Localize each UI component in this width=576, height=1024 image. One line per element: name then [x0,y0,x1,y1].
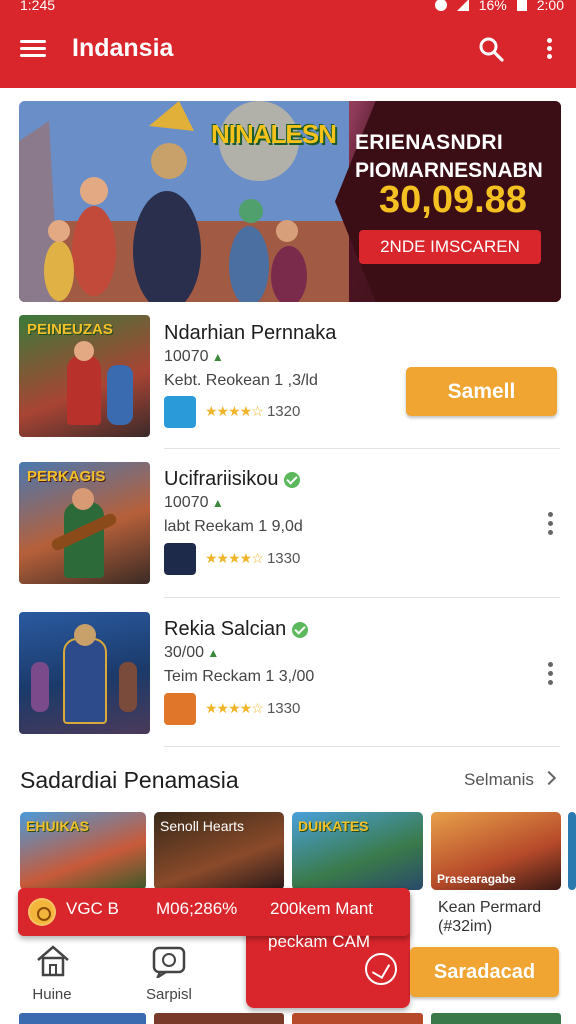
game-rating: ★★★★☆ 1330 [205,700,301,717]
star-rating-icon: ★★★★☆ [205,700,264,716]
coin-icon [28,898,56,926]
verified-icon [292,621,309,638]
trend-up-icon: ▲ [208,496,224,510]
toast-label-1: VGC B [66,899,119,918]
nav-home-label: Huine [32,986,72,1003]
battery-percent: 16% [478,0,507,13]
trend-up-icon: ▲ [208,350,224,364]
status-bar: 1:245 16% 2:00 [0,0,576,18]
game-title: Rekia Salcian [164,618,309,641]
sell-button[interactable]: Samell [406,367,557,416]
toast-label-4: peckam CAM [268,932,371,951]
game-meta: Teim Reckam 1 3,/00 [164,668,315,685]
thumb-label: PEINEUZAS [27,321,113,338]
game-list-item[interactable]: PERKAGIS Ucifrariisikou 10070 ▲ labt Ree… [19,462,560,584]
game-rating: ★★★★☆ 1330 [205,550,301,567]
hero-price: 30,09.88 [379,179,527,221]
nav-special[interactable]: Sarpisl [146,944,196,1014]
toast-label-2: M06;286% [156,899,238,918]
thumb-label: PERKAGIS [27,468,106,485]
status-time-right: 2:00 [536,0,564,13]
divider [164,448,560,449]
divider [164,746,560,747]
toast-label-3: 200kem Mant [270,899,373,918]
next-row-peek [431,1013,561,1024]
publisher-icon [164,693,196,725]
page-title: Indansia [72,34,174,62]
nav-home[interactable]: Huine [32,944,72,1014]
tile-label: Prasearagabe [437,872,516,886]
section-title: Sadardiai Penamasia [20,767,239,793]
star-rating-icon: ★★★★☆ [205,403,264,419]
search-icon[interactable] [478,36,504,62]
divider [164,597,560,598]
action-icon[interactable] [365,953,397,985]
hero-logo: NINALESN [211,119,337,149]
game-count: 10070 ▲ [164,494,224,511]
hero-headline-1: ERIENASNDRI [355,131,503,154]
nav-special-label: Sarpisl [146,986,192,1003]
publisher-icon [164,396,196,428]
next-row-peek [292,1013,423,1024]
verified-icon [284,471,301,488]
app-bar: 1:245 16% 2:00 Indansia [0,0,576,88]
see-all-link[interactable]: Selmanis [464,770,534,790]
hero-banner[interactable]: NINALESN ERIENASNDRI PIOMARNESNABN 30,09… [19,101,561,302]
tile-label: EHUIKAS [26,818,90,834]
star-rating-icon: ★★★★☆ [205,550,264,566]
menu-icon[interactable] [20,38,46,58]
game-thumbnail [19,612,150,734]
overflow-menu-icon[interactable] [544,38,554,60]
game-title: Ndarhian Pernnaka [164,322,337,344]
secondary-cta-button[interactable]: Saradacad [410,947,559,997]
more-options-icon[interactable] [545,512,555,536]
publisher-icon [164,543,196,575]
game-tile-peek [568,812,576,890]
next-row-peek [154,1013,284,1024]
trend-up-icon: ▲ [204,646,220,660]
game-tile[interactable]: Senoll Hearts [154,812,284,890]
game-meta: Kebt. Reokean 1 ,3/ld [164,372,318,389]
battery-icon [516,0,527,11]
game-thumbnail: PEINEUZAS [19,315,150,437]
game-list-item[interactable]: Rekia Salcian 30/00 ▲ Teim Reckam 1 3,/0… [19,612,560,734]
chevron-right-icon[interactable] [541,770,557,786]
game-rating: ★★★★☆ 1320 [205,403,301,420]
signal-icon [456,0,469,11]
game-tile[interactable]: Prasearagabe [431,812,561,890]
game-tile[interactable]: DUIKATES [292,812,423,890]
next-row-peek [19,1013,146,1024]
tile-label: DUIKATES [298,818,369,834]
game-thumbnail: PERKAGIS [19,462,150,584]
notification-icon [434,0,447,11]
game-count: 30/00 ▲ [164,644,220,661]
tile-caption-sub: (#32im) [438,918,493,935]
game-title: Ucifrariisikou [164,468,301,491]
more-options-icon[interactable] [545,662,555,686]
hero-cta-button[interactable]: 2NDE IMSCAREN [359,230,541,264]
status-icons: 16% 2:00 [434,0,564,13]
chat-icon [152,946,186,978]
game-tile[interactable]: EHUIKAS [20,812,146,890]
game-meta: labt Reekam 1 9,0d [164,518,303,535]
tile-caption: Kean Permard [438,899,542,916]
tile-label: Senoll Hearts [160,818,245,834]
home-icon [37,945,69,977]
game-count: 10070 ▲ [164,348,224,365]
status-time-left: 1:245 [20,0,56,13]
